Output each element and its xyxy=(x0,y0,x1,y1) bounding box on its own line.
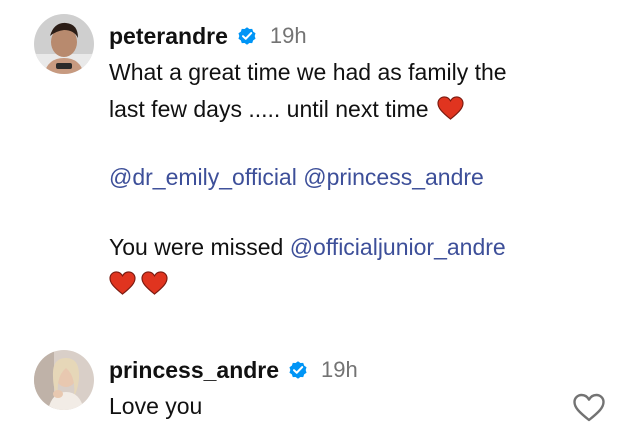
red-heart-emoji-icon xyxy=(141,271,168,296)
username[interactable]: princess_andre xyxy=(109,357,279,384)
avatar-princess-andre[interactable] xyxy=(34,350,94,410)
avatar-peterandre[interactable] xyxy=(34,14,94,74)
timestamp: 19h xyxy=(269,23,307,48)
red-heart-emoji-icon xyxy=(109,271,136,296)
red-heart-emoji-icon xyxy=(437,96,464,121)
mention-link[interactable]: @officialjunior_andre xyxy=(290,234,506,260)
like-heart-icon[interactable] xyxy=(572,393,606,423)
comment-text-line: You were missed @officialjunior_andre xyxy=(109,232,507,263)
username[interactable]: peterandre xyxy=(109,23,228,50)
comment-text: Love you xyxy=(109,393,203,419)
comment-text: last few days ..... until next time xyxy=(109,96,429,122)
verified-badge-icon xyxy=(236,25,258,47)
comment-header: princess_andre 19h xyxy=(109,354,614,386)
mention-link[interactable]: @princess_andre xyxy=(303,164,484,190)
verified-badge-icon xyxy=(287,359,309,381)
timestamp: 19h xyxy=(321,357,358,382)
mentions-line: @dr_emily_official @princess_andre xyxy=(109,162,507,193)
comment-header: peterandre 19h xyxy=(109,20,614,52)
comment-text-line: last few days ..... until next time xyxy=(109,94,507,125)
heart-emoji-row xyxy=(109,269,507,300)
comment-text-line: What a great time we had as family the xyxy=(109,59,507,85)
mention-link[interactable]: @dr_emily_official xyxy=(109,164,297,190)
comment-text: You were missed xyxy=(109,234,290,260)
